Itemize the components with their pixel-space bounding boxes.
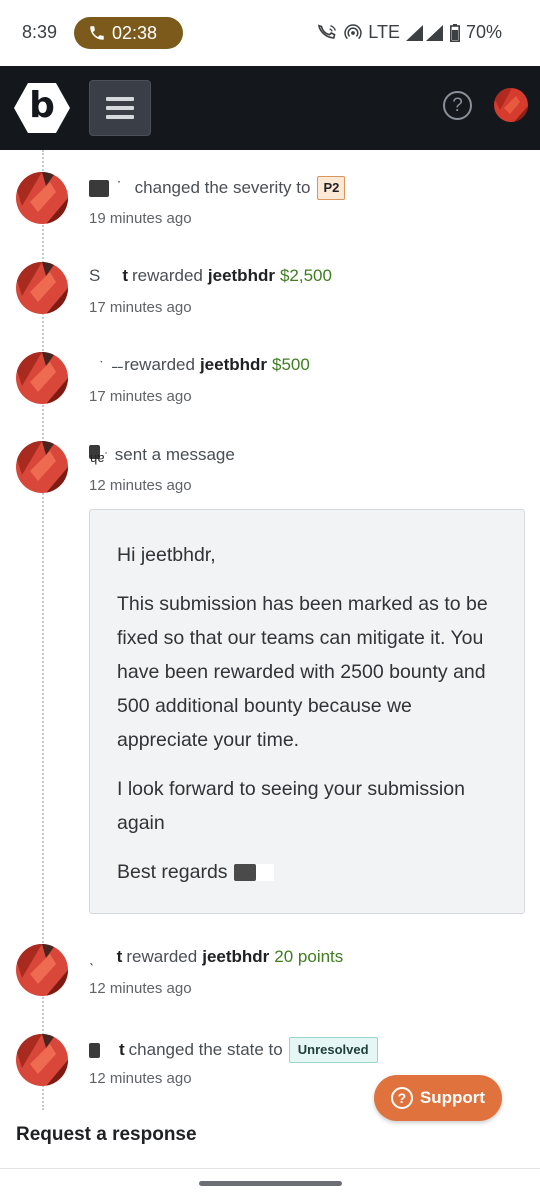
help-icon[interactable]: ? (443, 91, 472, 120)
menu-bar-icon (106, 106, 134, 110)
event-summary: ˙ changed the severity to P2 (89, 176, 346, 200)
logo-letter: b (29, 85, 55, 126)
severity-badge: P2 (317, 176, 346, 200)
actor-name-fragment: ˙ (117, 178, 123, 197)
event-summary: ɥɐ˙ sent a message (89, 444, 235, 465)
menu-bar-icon (106, 97, 134, 101)
wifi-calling-icon (318, 23, 338, 42)
actor-name-fragment: ɥɐ˙ (90, 450, 109, 465)
actor-name-fragment: S (89, 266, 101, 285)
call-timer: 02:38 (112, 22, 158, 43)
status-bar: 8:39 02:38 LTE 70% (0, 0, 540, 66)
network-type: LTE (368, 22, 400, 42)
reward-recipient[interactable]: jeetbhdr (200, 355, 267, 375)
event-timestamp: 17 minutes ago (89, 299, 192, 316)
user-avatar[interactable] (494, 88, 528, 122)
actor-name-fragment: t (119, 1040, 125, 1059)
support-button[interactable]: ? Support (374, 1075, 502, 1121)
message-paragraph: I look forward to seeing your submission… (117, 778, 465, 834)
menu-bar-icon (106, 115, 134, 119)
actor-name-fragment: ˗˗ (111, 355, 124, 374)
event-timestamp: 17 minutes ago (89, 388, 192, 405)
reward-amount: $500 (272, 355, 310, 374)
ongoing-call-chip[interactable]: 02:38 (74, 17, 183, 49)
message-greeting: Hi jeetbhdr, (117, 544, 216, 566)
event-summary: S t rewarded jeetbhdr $2,500 (89, 266, 332, 286)
event-action: changed the severity to (134, 178, 311, 197)
event-summary: t changed the state to Unresolved (89, 1037, 378, 1063)
reward-recipient[interactable]: jeetbhdr (208, 266, 275, 286)
event-action: sent a message (114, 444, 235, 464)
redacted-name (255, 863, 274, 881)
actor-name-fragment: ˑ (99, 355, 104, 374)
signoff-text: Best regards (117, 861, 228, 883)
battery-icon (449, 23, 460, 42)
message-body: Hi jeetbhdr, This submission has been ma… (89, 509, 525, 914)
divider (0, 1168, 540, 1169)
actor-name-fragment: t (116, 947, 123, 966)
request-response-heading: Request a response (16, 1124, 197, 1145)
redacted-name (89, 1042, 100, 1058)
clock: 8:39 (22, 22, 58, 42)
actor-avatar (16, 352, 68, 404)
bugcrowd-logo[interactable]: b (14, 83, 70, 133)
reward-amount: $2,500 (279, 266, 332, 285)
event-action: changed the state to (128, 1040, 283, 1059)
support-label: Support (419, 1088, 486, 1107)
signal-icon (405, 24, 444, 41)
actor-avatar (16, 441, 68, 493)
actor-name-fragment: ˎ (89, 947, 95, 966)
event-timestamp: 12 minutes ago (89, 980, 192, 997)
status-icons: LTE 70% (318, 22, 502, 43)
event-timestamp: 19 minutes ago (89, 210, 192, 227)
question-circle-icon: ? (390, 1087, 413, 1109)
reward-amount: 20 points (274, 947, 344, 966)
actor-name-fragment: t (122, 266, 129, 285)
hotspot-icon (344, 23, 362, 42)
message-paragraph: This submission has been marked as to be… (117, 593, 488, 751)
event-timestamp: 12 minutes ago (89, 1070, 192, 1087)
redacted-name (233, 863, 256, 881)
actor-avatar (16, 172, 68, 224)
event-timestamp: 12 minutes ago (89, 477, 192, 494)
home-gesture-bar[interactable] (199, 1181, 342, 1186)
actor-avatar (16, 1034, 68, 1086)
battery-percent: 70% (465, 22, 502, 42)
event-action: rewarded (126, 947, 198, 966)
event-summary: ˑ ˗˗ rewarded jeetbhdr $500 (89, 355, 310, 375)
state-badge: Unresolved (288, 1037, 378, 1063)
event-action: rewarded (132, 266, 203, 285)
message-signoff: Best regards (117, 855, 498, 889)
redacted-name (89, 179, 109, 197)
phone-icon (90, 26, 104, 40)
actor-avatar (16, 944, 68, 996)
event-summary: ˎ t rewarded jeetbhdr 20 points (89, 947, 343, 967)
app-header: b ? (0, 66, 540, 150)
hamburger-menu-button[interactable] (89, 80, 151, 136)
event-action: rewarded (124, 355, 195, 374)
reward-recipient[interactable]: jeetbhdr (202, 947, 269, 967)
actor-avatar (16, 262, 68, 314)
